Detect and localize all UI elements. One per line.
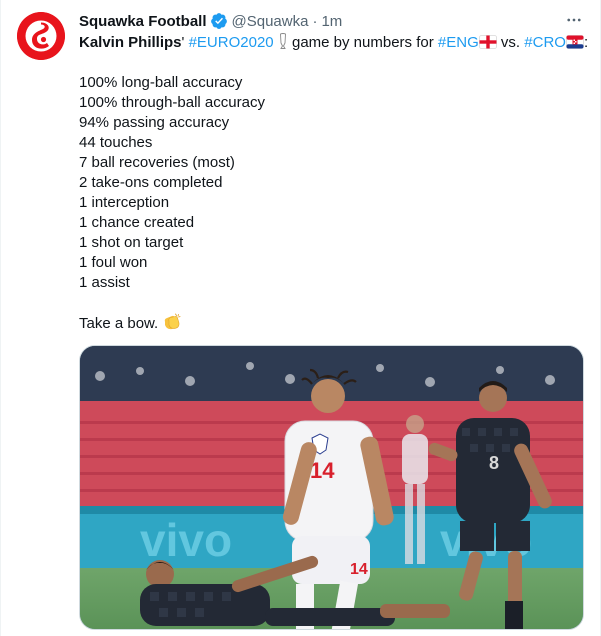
hashtag-cro[interactable]: #CRO [524,34,566,51]
tweet-photo[interactable]: vivo vivo 8 14 [79,345,584,630]
player-name: Kalvin Phillips [79,34,182,51]
stat-line: 1 chance created [79,214,195,231]
verified-badge-icon [210,13,227,29]
england-flag-icon [478,35,497,49]
colon-text: : [583,34,589,51]
stat-line: 94% passing accuracy [79,114,230,131]
stat-line: 1 assist [79,274,130,291]
stat-line: 1 foul won [79,254,148,271]
text-vs: vs. [496,34,525,51]
trophy-emoji-icon [279,33,286,49]
tweet-timestamp[interactable]: 1m [321,13,342,30]
author-handle[interactable]: @Squawka [232,13,309,30]
croatia-flag-icon [566,35,584,49]
svg-text:14: 14 [350,561,368,578]
stat-line: 1 shot on target [79,234,184,251]
tweet-first-line: Kalvin Phillips' #EURO2020 game by numbe… [79,33,589,53]
squawka-logo-icon [17,12,65,60]
tweet-card[interactable]: Squawka Football @Squawka · 1m Kalvin Ph… [0,0,601,636]
avatar[interactable] [17,12,65,60]
football-photo-image: vivo vivo 8 14 [80,346,583,629]
separator-dot: · [312,12,318,30]
author-name[interactable]: Squawka Football [79,13,207,30]
closing-line: Take a bow. [79,313,589,333]
stat-line: 1 interception [79,194,170,211]
stat-line: 44 touches [79,134,153,151]
tweet-header: Squawka Football @Squawka · 1m [79,11,342,31]
svg-text:8: 8 [489,453,499,473]
hashtag-eng[interactable]: #ENG [438,34,479,51]
stat-line: 100% through-ball accuracy [79,94,265,111]
closing-text: Take a bow. [79,315,159,332]
more-horizontal-icon[interactable] [562,10,586,30]
clapping-hands-emoji-icon [165,313,181,330]
tweet-text: Kalvin Phillips' #EURO2020 game by numbe… [79,33,589,333]
svg-text:vivo: vivo [140,514,232,566]
apostrophe-text: ' [181,34,185,51]
text-game-by-numbers: game by numbers for [287,34,438,51]
stat-line: 7 ball recoveries (most) [79,154,235,171]
stat-line: 100% long-ball accuracy [79,74,243,91]
stat-line: 2 take-ons completed [79,174,223,191]
hashtag-euro2020[interactable]: #EURO2020 [189,34,274,51]
